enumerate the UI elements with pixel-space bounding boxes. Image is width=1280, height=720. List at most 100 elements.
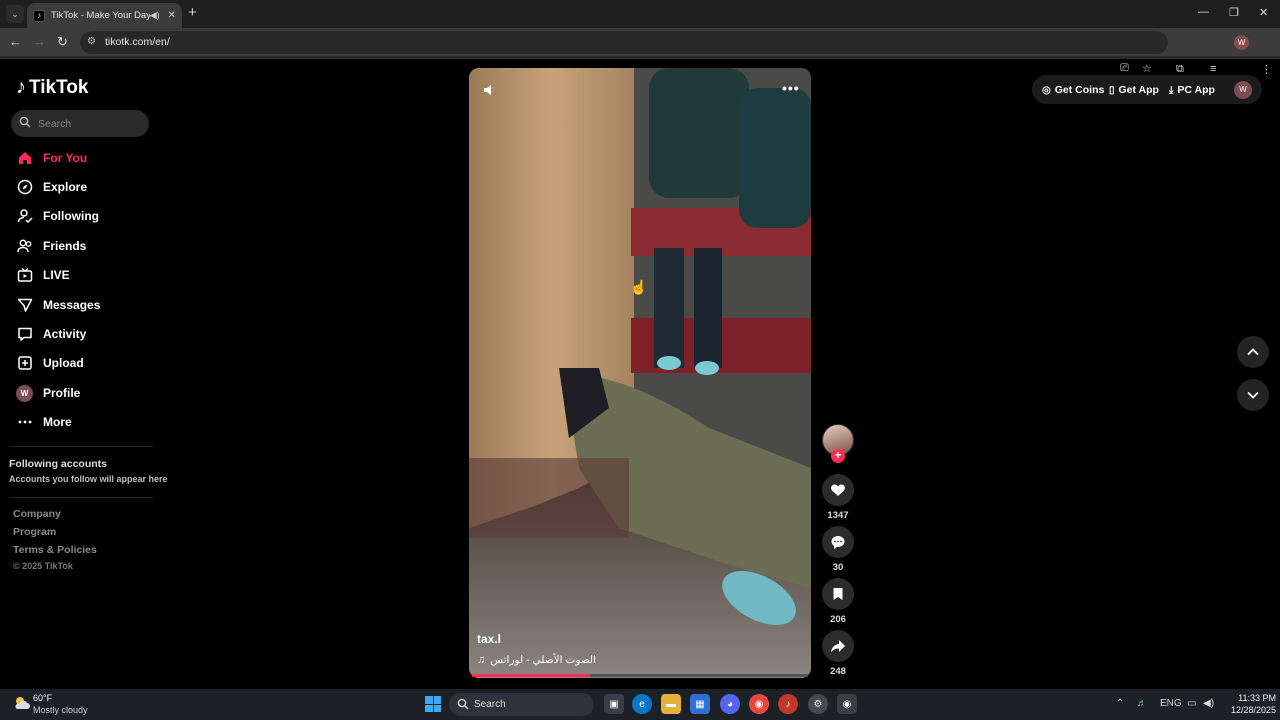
search-placeholder: Search (38, 118, 72, 130)
footer-program-link[interactable]: Program (13, 526, 56, 538)
video-player[interactable] (469, 68, 811, 678)
nav-label: Following (43, 209, 99, 223)
copyright-text: © 2025 TikTok (13, 561, 73, 571)
forward-button[interactable]: → (33, 34, 46, 50)
comment-icon (831, 536, 845, 549)
tray-network-icon[interactable]: ▭ (1187, 698, 1196, 709)
previous-video-button[interactable] (1237, 336, 1269, 368)
tiktok-logo[interactable]: ♪ TikTok (16, 76, 88, 99)
language-indicator[interactable]: ENG (1160, 698, 1182, 709)
chevron-down-icon (1247, 391, 1259, 399)
microphone-app-icon[interactable]: ♪ (778, 694, 798, 714)
minimize-button[interactable]: — (1198, 6, 1209, 18)
hand-cursor-icon: ☝ (630, 279, 648, 295)
nav-label: Friends (43, 239, 87, 253)
following-accounts-subtitle: Accounts you follow will appear here (9, 474, 168, 484)
nav-live[interactable]: LIVE (16, 264, 70, 286)
get-coins-label: Get Coins (1054, 84, 1105, 96)
browser-profile-avatar[interactable]: W (1234, 35, 1249, 50)
clock-time[interactable]: 11:33 PM (1226, 693, 1276, 703)
nav-for-you[interactable]: For You (16, 147, 87, 169)
upload-icon (16, 355, 33, 372)
volume-icon[interactable] (482, 82, 498, 98)
coin-icon: ◎ (1042, 84, 1051, 96)
browser-tab[interactable]: ♪ TikTok - Make Your Day ◀) ✕ (27, 3, 182, 28)
follow-button[interactable]: + (831, 449, 845, 463)
bookmark-star-icon[interactable]: ☆ (1142, 62, 1152, 75)
nav-following[interactable]: Following (16, 205, 99, 227)
task-view-icon[interactable]: ▣ (604, 694, 624, 714)
music-title: الصوت الأصلي - لوراتس (490, 654, 596, 666)
friends-icon (16, 238, 33, 255)
tab-close-button[interactable]: ✕ (168, 10, 176, 21)
taskbar-search-label: Search (474, 699, 506, 710)
following-accounts-title: Following accounts (9, 458, 108, 470)
nav-explore[interactable]: Explore (16, 176, 87, 198)
site-info-icon[interactable]: ⚙ (87, 36, 96, 47)
nav-activity[interactable]: Activity (16, 323, 86, 345)
get-coins-button[interactable]: ◎ Get Coins (1042, 84, 1104, 96)
video-author[interactable]: tax.l (477, 632, 501, 646)
address-bar[interactable]: ⚙ tikotk.com/en/ (80, 31, 1168, 54)
maximize-button[interactable]: ❐ (1229, 6, 1239, 19)
browser-toolbar: ← → ↻ ⚙ tikotk.com/en/ ⎚ ☆ ⧉ ≡ ⋮ (0, 28, 1280, 76)
nav-more[interactable]: More (16, 411, 72, 433)
comment-button[interactable] (822, 526, 854, 558)
share-button[interactable] (822, 630, 854, 662)
chrome-profile-icon[interactable]: ◉ (837, 694, 857, 714)
settings-gear-icon[interactable]: ⚙ (808, 694, 828, 714)
get-app-button[interactable]: ▯ Get App (1109, 84, 1159, 96)
tray-volume-icon[interactable]: ◀) (1203, 698, 1214, 709)
new-tab-button[interactable]: + (188, 5, 197, 21)
bookmark-icon (833, 588, 843, 600)
url-text[interactable]: tikotk.com/en/ (105, 36, 170, 48)
pc-app-button[interactable]: ⤓ PC App (1169, 84, 1215, 96)
nav-upload[interactable]: Upload (16, 352, 84, 374)
footer-terms-link[interactable]: Terms & Policies (13, 544, 97, 556)
speaker-icon[interactable]: ◀) (150, 10, 160, 21)
tab-search-button[interactable]: ⌄ (6, 5, 24, 23)
weather-cloudy-icon[interactable] (12, 693, 32, 713)
user-avatar[interactable]: W (1234, 81, 1252, 99)
clock-date[interactable]: 12/28/2025 (1222, 705, 1276, 715)
next-video-button[interactable] (1237, 379, 1269, 411)
nav-friends[interactable]: Friends (16, 235, 86, 257)
taskbar-search[interactable]: Search (449, 693, 594, 716)
video-more-options-icon[interactable]: ••• (782, 80, 800, 96)
search-input[interactable]: Search (11, 110, 149, 137)
tray-microphone-icon[interactable]: ♬ (1137, 698, 1147, 709)
reload-button[interactable]: ↻ (57, 34, 68, 50)
media-controls-icon[interactable]: ≡ (1210, 63, 1216, 75)
nav-label: More (43, 415, 72, 429)
footer-company-link[interactable]: Company (13, 508, 61, 520)
install-app-icon[interactable]: ⎚ (1120, 62, 1129, 75)
pc-app-label: PC App (1177, 84, 1215, 96)
nav-label: Activity (43, 327, 87, 341)
logo-text: TikTok (29, 76, 89, 98)
tab-title: TikTok - Make Your Day (51, 10, 150, 21)
weather-temperature[interactable]: 60°F (33, 693, 52, 703)
discord-icon[interactable]: ◕ (720, 694, 740, 714)
like-button[interactable] (822, 474, 854, 506)
close-window-button[interactable]: ✕ (1259, 6, 1268, 19)
comment-count: 30 (832, 562, 844, 573)
file-explorer-icon[interactable]: ▬ (661, 694, 681, 714)
music-note-icon: ♫ (477, 654, 486, 666)
video-music[interactable]: ♫ الصوت الأصلي - لوراتس (477, 654, 596, 666)
video-progress-bar[interactable] (472, 674, 808, 677)
messages-icon (16, 297, 33, 314)
save-button[interactable] (822, 578, 854, 610)
tray-chevron-up-icon[interactable]: ⌃ (1116, 698, 1124, 709)
back-button[interactable]: ← (9, 34, 22, 50)
chrome-icon[interactable]: ◉ (749, 694, 769, 714)
windows-start-icon[interactable] (425, 696, 441, 712)
nav-profile[interactable]: W Profile (16, 382, 80, 404)
nav-messages[interactable]: Messages (16, 294, 100, 316)
edge-browser-icon[interactable]: e (632, 694, 652, 714)
like-count: 1347 (827, 510, 849, 521)
weather-condition[interactable]: Mostly cloudy (33, 705, 88, 715)
microsoft-store-icon[interactable]: ▦ (690, 694, 710, 714)
browser-menu-icon[interactable]: ⋮ (1261, 63, 1272, 76)
more-icon (16, 414, 33, 431)
get-app-label: Get App (1118, 84, 1159, 96)
